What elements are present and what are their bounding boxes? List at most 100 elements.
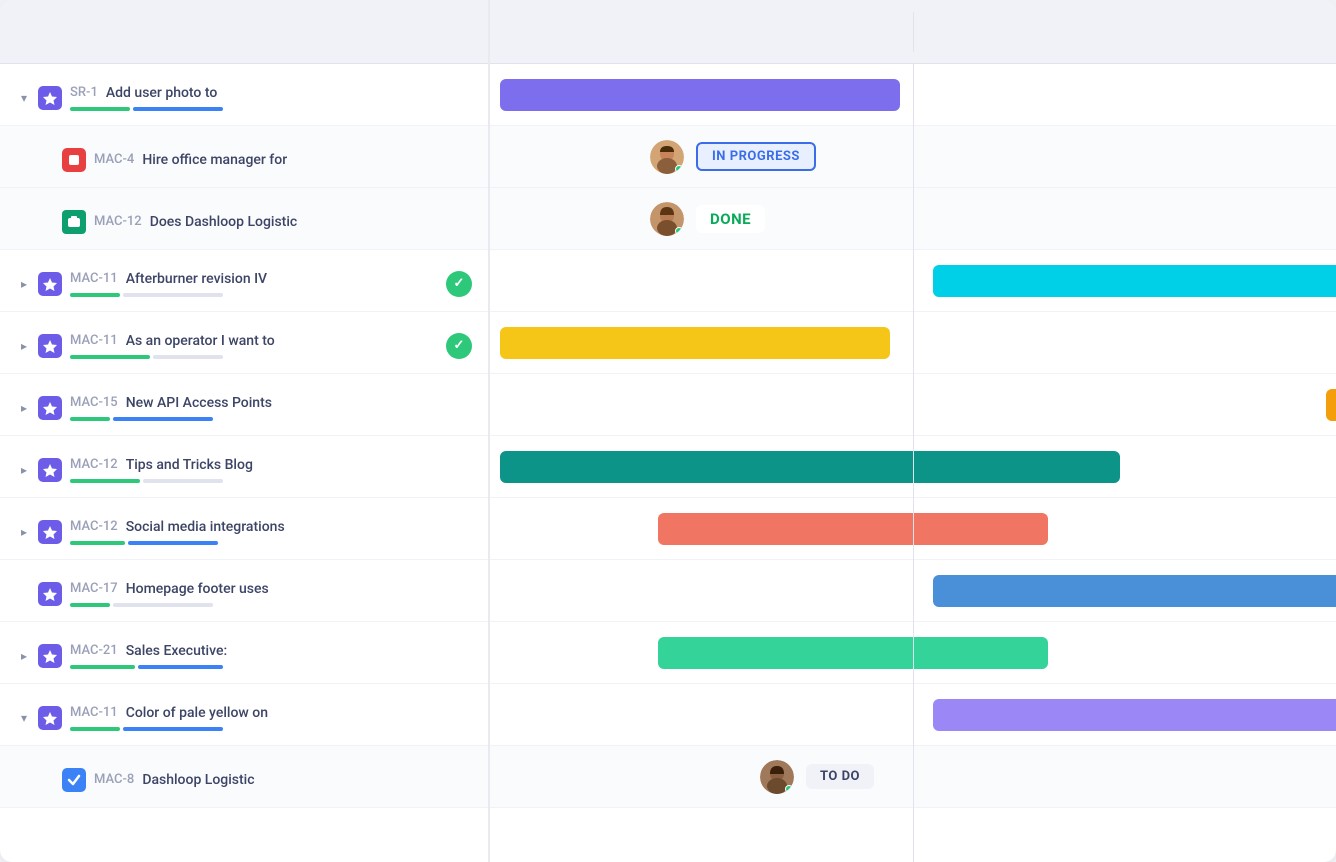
- epic-list: SR-1 Add user photo to MAC-4 Hire office…: [0, 64, 488, 862]
- icon-badge-purple: [38, 396, 62, 420]
- row-title: Dashloop Logistic: [142, 772, 254, 788]
- status-badge: DONE: [696, 205, 765, 233]
- row-top: MAC-11 As an operator I want to: [70, 333, 438, 349]
- epic-row-r1c2[interactable]: MAC-12 Does Dashloop Logistic: [0, 188, 488, 250]
- row-issue-id: MAC-21: [70, 643, 118, 658]
- avatar: [650, 140, 684, 174]
- row-title: Homepage footer uses: [126, 581, 269, 597]
- row-info: MAC-11 Color of pale yellow on: [70, 705, 472, 731]
- row-issue-id: MAC-12: [70, 519, 118, 534]
- row-top: MAC-12 Tips and Tricks Blog: [70, 457, 472, 473]
- status-badge: IN PROGRESS: [696, 142, 816, 171]
- toggle-collapsed[interactable]: [16, 338, 32, 354]
- row-top: MAC-15 New API Access Points: [70, 395, 472, 411]
- epic-row-r4[interactable]: MAC-15 New API Access Points: [0, 374, 488, 436]
- progress-bar: [70, 541, 250, 545]
- progress-bar: [70, 293, 250, 297]
- row-info: MAC-12 Social media integrations: [70, 519, 472, 545]
- toggle-collapsed[interactable]: [16, 524, 32, 540]
- row-issue-id: MAC-12: [70, 457, 118, 472]
- row-top: MAC-11 Color of pale yellow on: [70, 705, 472, 721]
- epic-row-r7[interactable]: MAC-17 Homepage footer uses: [0, 560, 488, 622]
- row-info: MAC-21 Sales Executive:: [70, 643, 472, 669]
- epic-row-r5[interactable]: MAC-12 Tips and Tricks Blog: [0, 436, 488, 498]
- avatar-online-dot: [785, 785, 793, 793]
- row-info: SR-1 Add user photo to: [70, 85, 472, 111]
- progress-segment: [123, 727, 223, 731]
- epic-row-r1c1[interactable]: MAC-4 Hire office manager for: [0, 126, 488, 188]
- epic-row-r3[interactable]: MAC-11 As an operator I want to: [0, 312, 488, 374]
- toggle-collapsed[interactable]: [16, 462, 32, 478]
- avatar-status-wrap: DONE: [650, 202, 765, 236]
- progress-segment: [70, 293, 120, 297]
- gantt-bar-r4[interactable]: [1326, 389, 1336, 421]
- icon-badge-purple: [38, 458, 62, 482]
- gantt-bar-r7[interactable]: [933, 575, 1336, 607]
- gantt-header: [490, 0, 1336, 64]
- row-issue-id: MAC-12: [94, 214, 142, 229]
- progress-segment: [113, 417, 213, 421]
- progress-segment: [70, 603, 110, 607]
- row-issue-id: MAC-11: [70, 333, 118, 348]
- row-title: New API Access Points: [126, 395, 272, 411]
- gantt-bar-r3[interactable]: [500, 327, 890, 359]
- gantt-bar-r2[interactable]: [933, 265, 1336, 297]
- progress-bar: [70, 665, 250, 669]
- row-issue-id: MAC-8: [94, 772, 134, 787]
- gantt-bar-r6[interactable]: [658, 513, 1048, 545]
- icon-badge-purple: [38, 272, 62, 296]
- epic-row-r9c1[interactable]: MAC-8 Dashloop Logistic: [0, 746, 488, 808]
- gantt-rows: IN PROGRESS DONE TO DO: [490, 64, 1336, 862]
- row-info: MAC-12 Does Dashloop Logistic: [94, 214, 472, 230]
- toggle-collapsed[interactable]: [16, 400, 32, 416]
- avatar: [760, 760, 794, 794]
- progress-segment: [70, 665, 135, 669]
- icon-badge-blue: [62, 768, 86, 792]
- row-info: MAC-17 Homepage footer uses: [70, 581, 472, 607]
- gantt-bar-r8[interactable]: [658, 637, 1048, 669]
- row-info: MAC-11 As an operator I want to: [70, 333, 438, 359]
- row-title: Does Dashloop Logistic: [150, 214, 298, 230]
- progress-segment: [128, 541, 218, 545]
- gantt-bar-r1[interactable]: [500, 79, 900, 111]
- epic-row-r1[interactable]: SR-1 Add user photo to: [0, 64, 488, 126]
- icon-badge-purple: [38, 520, 62, 544]
- row-info: MAC-8 Dashloop Logistic: [94, 772, 472, 788]
- gantt-bar-r5[interactable]: [500, 451, 1120, 483]
- app-container: SR-1 Add user photo to MAC-4 Hire office…: [0, 0, 1336, 862]
- epic-row-r6[interactable]: MAC-12 Social media integrations: [0, 498, 488, 560]
- avatar-online-dot: [675, 227, 683, 235]
- avatar-status-wrap: TO DO: [760, 760, 874, 794]
- gantt-bar-r9[interactable]: [933, 699, 1336, 731]
- row-top: MAC-21 Sales Executive:: [70, 643, 472, 659]
- icon-badge-purple: [38, 644, 62, 668]
- month-divider: [913, 12, 914, 52]
- progress-bar: [70, 479, 250, 483]
- epic-row-r8[interactable]: MAC-21 Sales Executive:: [0, 622, 488, 684]
- icon-badge-green-dark: [62, 210, 86, 234]
- toggle-expanded[interactable]: [16, 710, 32, 726]
- avatar: [650, 202, 684, 236]
- epic-row-r9[interactable]: MAC-11 Color of pale yellow on: [0, 684, 488, 746]
- progress-bar: [70, 603, 250, 607]
- row-top: MAC-8 Dashloop Logistic: [94, 772, 472, 788]
- progress-segment: [138, 665, 223, 669]
- icon-badge-red: [62, 148, 86, 172]
- row-top: MAC-12 Does Dashloop Logistic: [94, 214, 472, 230]
- toggle-collapsed[interactable]: [16, 276, 32, 292]
- row-issue-id: MAC-11: [70, 271, 118, 286]
- progress-segment: [133, 107, 223, 111]
- status-badge: TO DO: [806, 764, 874, 789]
- check-badge: [446, 333, 472, 359]
- row-top: MAC-17 Homepage footer uses: [70, 581, 472, 597]
- row-top: MAC-11 Afterburner revision IV: [70, 271, 438, 287]
- toggle-collapsed[interactable]: [16, 648, 32, 664]
- icon-badge-purple: [38, 582, 62, 606]
- left-panel: SR-1 Add user photo to MAC-4 Hire office…: [0, 0, 490, 862]
- row-top: MAC-4 Hire office manager for: [94, 152, 472, 168]
- icon-badge-purple: [38, 334, 62, 358]
- epic-row-r2[interactable]: MAC-11 Afterburner revision IV: [0, 250, 488, 312]
- toggle-expanded[interactable]: [16, 90, 32, 106]
- row-issue-id: SR-1: [70, 85, 98, 100]
- progress-segment: [70, 479, 140, 483]
